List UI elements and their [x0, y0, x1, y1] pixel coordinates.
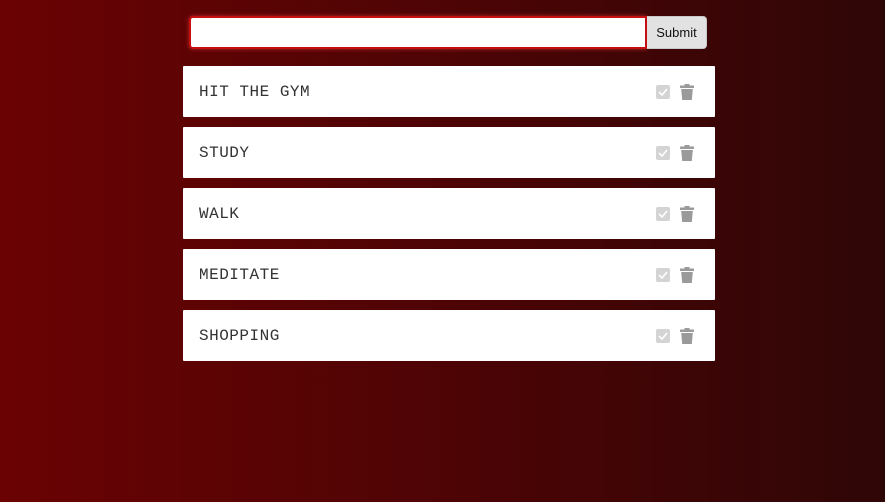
- todo-item: SHOPPING: [183, 310, 715, 361]
- todo-text: WALK: [199, 204, 240, 223]
- trash-icon[interactable]: [680, 266, 694, 283]
- submit-button[interactable]: Submit: [647, 16, 707, 49]
- todo-text: SHOPPING: [199, 326, 280, 345]
- todo-item: HIT THE GYM: [183, 66, 715, 117]
- check-square-icon[interactable]: [656, 84, 670, 99]
- todo-text: STUDY: [199, 143, 250, 162]
- todo-form: Submit: [189, 16, 707, 49]
- trash-icon[interactable]: [680, 205, 694, 222]
- todo-item: MEDITATE: [183, 249, 715, 300]
- check-square-icon[interactable]: [656, 328, 670, 343]
- todo-text: HIT THE GYM: [199, 82, 311, 101]
- check-square-icon[interactable]: [656, 206, 670, 221]
- todo-text: MEDITATE: [199, 265, 280, 284]
- todo-input[interactable]: [189, 16, 647, 49]
- trash-icon[interactable]: [680, 83, 694, 100]
- check-square-icon[interactable]: [656, 145, 670, 160]
- todo-list: HIT THE GYM STUDY WALK MEDITATE SHOPPING: [183, 66, 715, 371]
- trash-icon[interactable]: [680, 144, 694, 161]
- trash-icon[interactable]: [680, 327, 694, 344]
- check-square-icon[interactable]: [656, 267, 670, 282]
- todo-item: STUDY: [183, 127, 715, 178]
- todo-item: WALK: [183, 188, 715, 239]
